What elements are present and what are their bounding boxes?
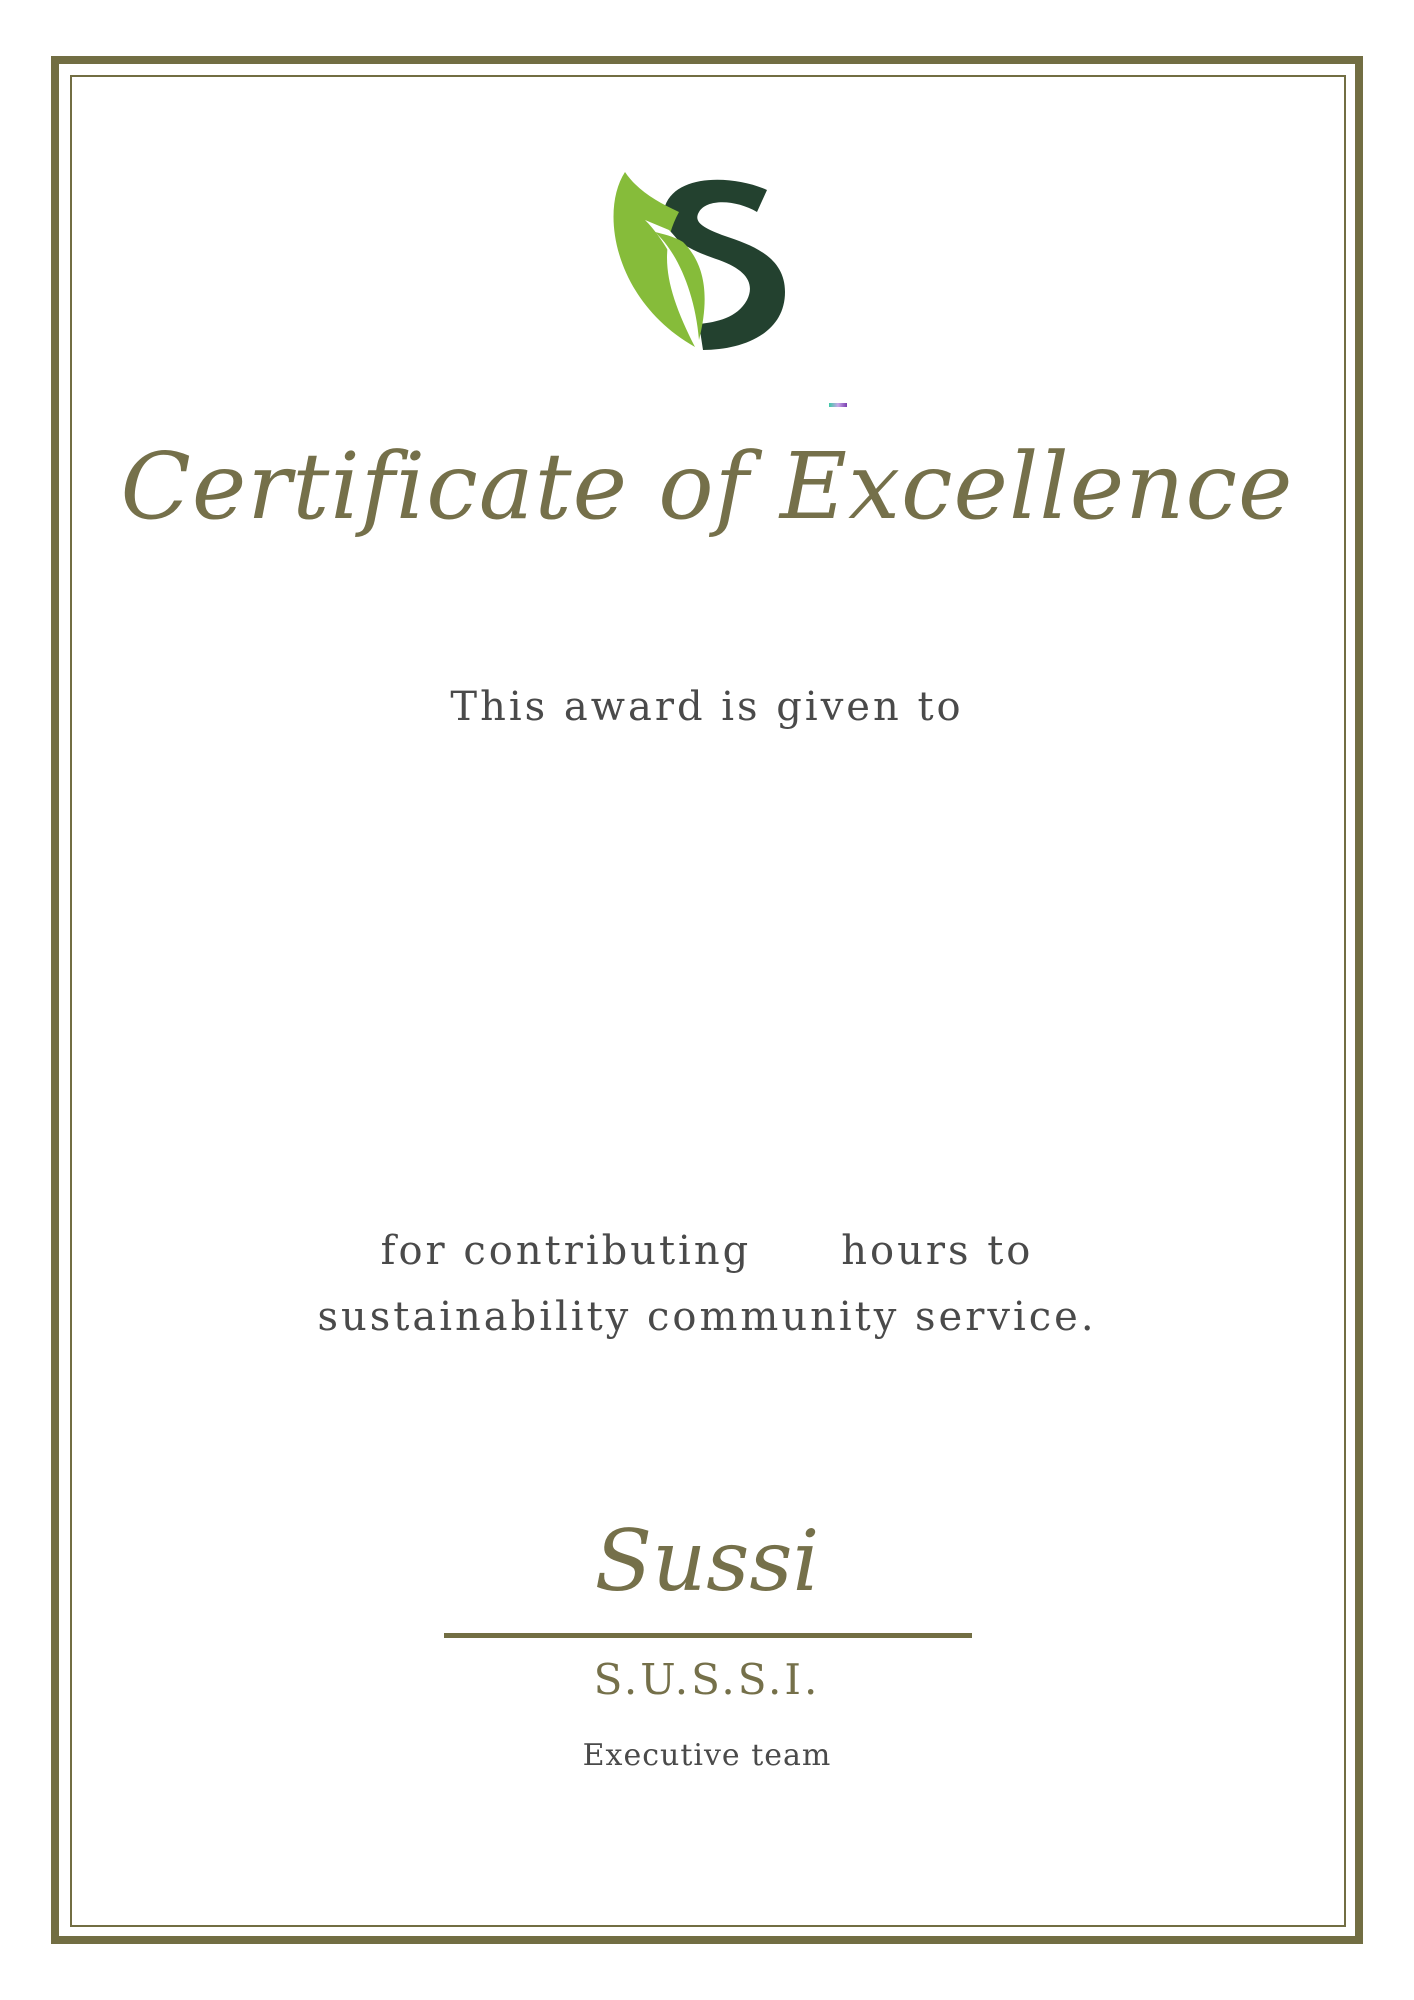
contribution-line-2: sustainability community service.: [317, 1294, 1097, 1340]
contribution-text: for contributing hours to sustainability …: [0, 1218, 1414, 1350]
contribution-line-1-start: for contributing: [380, 1228, 752, 1274]
leaf-s-logo-icon: [613, 172, 785, 350]
contribution-line-1-end: hours to: [841, 1228, 1034, 1274]
color-mark: [829, 403, 847, 407]
given-to-text: This award is given to: [450, 684, 964, 730]
team-name: Executive team: [582, 1738, 832, 1773]
signature-line: [444, 1633, 972, 1638]
contribution-line-1: for contributing hours to: [0, 1218, 1414, 1284]
signature: Sussi: [594, 1512, 820, 1610]
certificate-title: Certificate of Excellence: [120, 433, 1294, 540]
organization-name: S.U.S.S.I.: [593, 1655, 821, 1704]
